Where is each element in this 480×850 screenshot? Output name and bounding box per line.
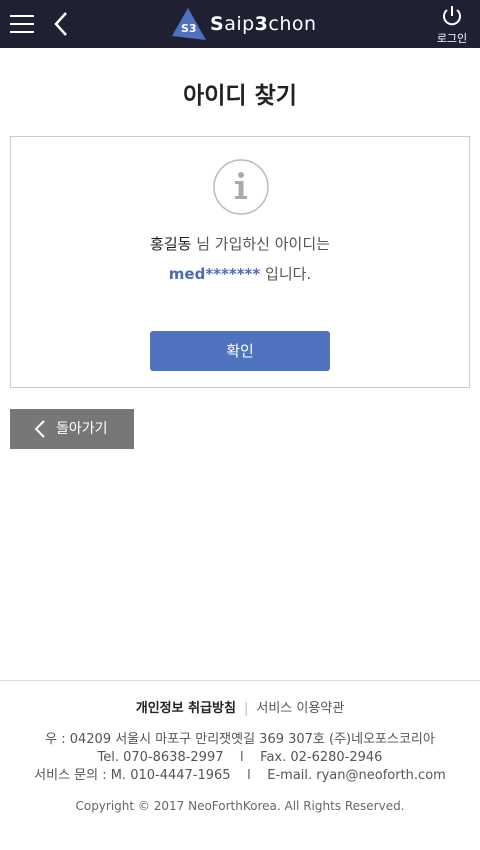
- hamburger-menu-icon[interactable]: [10, 13, 34, 35]
- go-back-button[interactable]: 돌아가기: [10, 409, 134, 449]
- logo[interactable]: S3 Saip3chon: [172, 6, 317, 42]
- logo-text: Saip3chon: [210, 13, 317, 35]
- info-icon: [213, 159, 269, 215]
- logo-mark-icon: S3: [172, 6, 208, 42]
- masked-user-id: med*******: [168, 265, 261, 283]
- privacy-policy-link[interactable]: 개인정보 취급방침: [136, 701, 236, 716]
- company-contact: 서비스 문의 : M. 010-4447-1965 l E-mail. ryan…: [34, 768, 446, 783]
- chevron-left-icon: [34, 420, 45, 438]
- copyright-text: Copyright © 2017 NeoForthKorea. All Righ…: [75, 799, 405, 813]
- footer-links: 개인정보 취급방침 | 서비스 이용약관: [0, 697, 480, 716]
- result-message-line1: 홍길동 님 가입하신 아이디는: [150, 235, 330, 253]
- confirm-button[interactable]: 확인: [150, 331, 330, 371]
- login-label: 로그인: [436, 32, 468, 45]
- company-address: 우 : 04209 서울시 마포구 만리잿옛길 369 307호 (주)네오포스…: [45, 732, 435, 747]
- footer: 개인정보 취급방침 | 서비스 이용약관 우 : 04209 서울시 마포구 만리잿…: [0, 680, 480, 850]
- page-title: 아이디 찾기: [183, 83, 297, 109]
- go-back-label: 돌아가기: [56, 421, 108, 437]
- result-message-line2: med******* 입니다.: [168, 265, 312, 283]
- top-header: S3 Saip3chon 로그인: [0, 0, 480, 48]
- logo-badge-text: S3: [181, 22, 197, 35]
- back-arrow-icon[interactable]: [50, 10, 74, 38]
- footer-separator: |: [243, 701, 249, 716]
- company-info: 우 : 04209 서울시 마포구 만리잿옛길 369 307호 (주)네오포스…: [0, 731, 480, 785]
- power-icon: [443, 6, 461, 26]
- terms-of-service-link[interactable]: 서비스 이용약관: [256, 701, 344, 716]
- company-phone-fax: Tel. 070-8638-2997 l Fax. 02-6280-2946: [97, 750, 383, 765]
- login-button[interactable]: 로그인: [434, 4, 470, 46]
- user-name: 홍길동: [150, 235, 192, 253]
- result-card: 홍길동 님 가입하신 아이디는 med******* 입니다. 확인: [10, 136, 470, 388]
